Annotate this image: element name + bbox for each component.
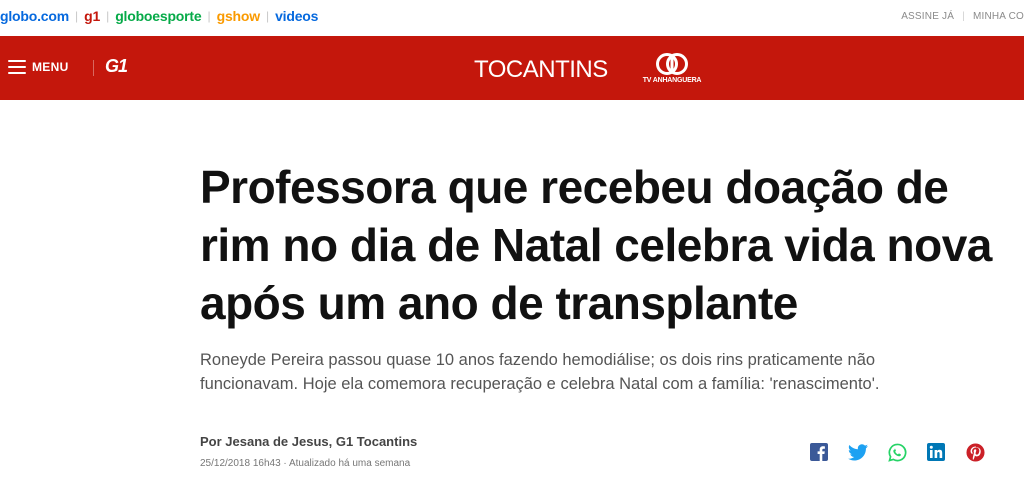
link-globoesporte[interactable]: globoesporte	[115, 8, 201, 24]
article-subtitle: Roneyde Pereira passou quase 10 anos faz…	[200, 351, 880, 393]
globo-top-bar: globo.com | g1 | globoesporte | gshow | …	[0, 0, 1024, 36]
separator: |	[265, 9, 270, 23]
link-videos[interactable]: videos	[275, 8, 318, 24]
separator: |	[74, 9, 79, 23]
pinterest-icon[interactable]	[964, 441, 986, 463]
facebook-icon[interactable]	[808, 441, 830, 463]
minha-conta-link[interactable]: MINHA CO	[973, 11, 1024, 22]
menu-button[interactable]: MENU	[8, 60, 69, 74]
site-header: MENU G1 TOCANTINS TV ANHANGUERA	[0, 36, 1024, 100]
article-date: 25/12/2018 16h43 · Atualizado há uma sem…	[200, 458, 411, 469]
tv-anhanguera-logo[interactable]: TV ANHANGUERA	[636, 52, 708, 88]
hamburger-icon	[8, 60, 26, 74]
header-divider	[93, 60, 94, 76]
linkedin-icon[interactable]	[925, 441, 947, 463]
share-bar	[808, 441, 986, 463]
separator: |	[106, 9, 110, 23]
whatsapp-icon[interactable]	[886, 441, 908, 463]
article-byline: Por Jesana de Jesus, G1 Tocantins	[200, 434, 418, 449]
link-gshow[interactable]: gshow	[217, 8, 261, 24]
g1-logo[interactable]: G1	[105, 56, 128, 77]
tv-anhanguera-name: TV ANHANGUERA	[642, 77, 702, 84]
tv-anhanguera-emblem-icon	[656, 53, 688, 75]
assine-link[interactable]: ASSINE JÁ	[901, 11, 954, 22]
menu-label: MENU	[32, 60, 69, 74]
region-title[interactable]: TOCANTINS	[474, 56, 608, 84]
link-globo[interactable]: globo.com	[0, 8, 69, 24]
article-title: Professora que recebeu doação de rim no …	[200, 161, 992, 329]
globo-network-links: globo.com | g1 | globoesporte | gshow | …	[0, 8, 318, 24]
twitter-icon[interactable]	[847, 441, 869, 463]
account-links: ASSINE JÁ | MINHA CO	[901, 11, 1024, 22]
separator: |	[207, 9, 211, 23]
link-g1[interactable]: g1	[84, 8, 100, 24]
separator: |	[962, 11, 965, 22]
